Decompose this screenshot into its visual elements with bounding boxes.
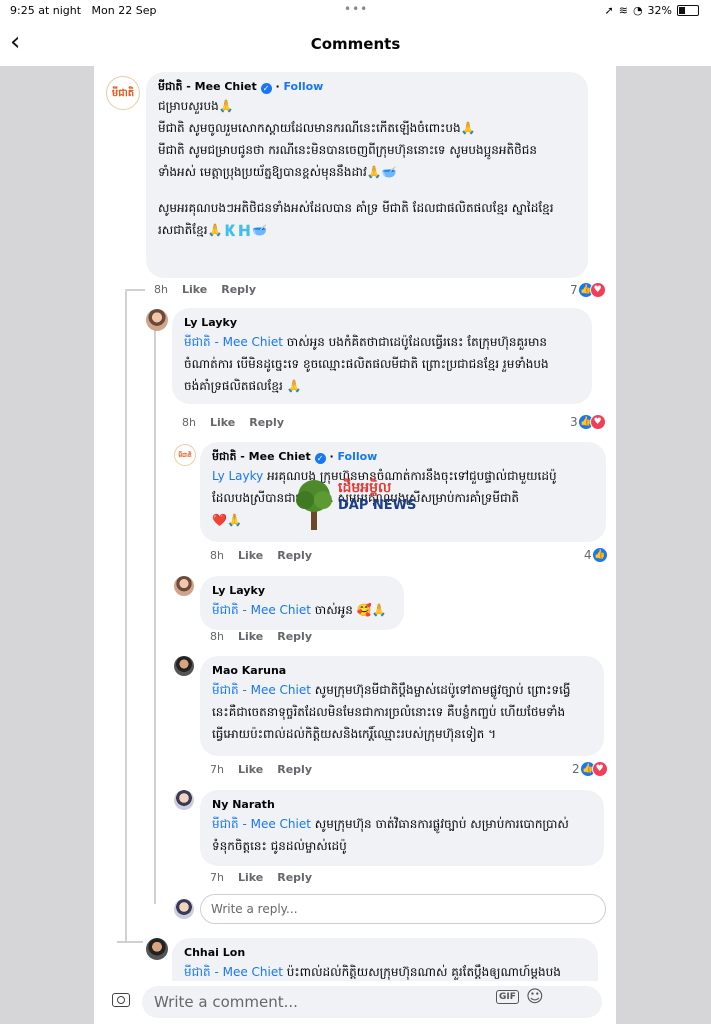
alarm-icon: ◔: [632, 4, 643, 17]
comment-bubble: មីជាតិ - Mee Chiet ✓ · Follow Ly Layky អ…: [200, 442, 606, 542]
comment-author[interactable]: Chhai Lon: [184, 945, 586, 961]
reply-button[interactable]: Reply: [221, 283, 256, 296]
mention-link[interactable]: មីជាតិ - Mee Chiet: [184, 335, 283, 349]
comment-time: 8h: [210, 630, 224, 643]
like-button[interactable]: Like: [210, 416, 235, 429]
like-button[interactable]: Like: [238, 763, 263, 776]
comment-text: មីជាតិ - Mee Chiet សូមក្រុមហ៊ុនមីជាតិប្ត…: [212, 683, 571, 741]
watermark-title: ដើមអម្ពិល: [338, 480, 392, 496]
wifi-icon: ≋: [618, 4, 628, 17]
multitask-dots-icon[interactable]: •••: [344, 2, 368, 16]
reply-button[interactable]: Reply: [277, 630, 312, 643]
comment-author[interactable]: Ny Narath: [212, 797, 592, 813]
comment-text: មីជាតិ - Mee Chiet ប៉ះពាល់ដល់កិត្តិយសក្រ…: [184, 965, 561, 979]
comment-text: មីជាតិ - Mee Chiet ចាស់អូន បងកំគិតថាជាដេ…: [184, 335, 549, 393]
mee-chiet-avatar[interactable]: មីជាតិ: [106, 76, 140, 110]
ly-layky-avatar[interactable]: [174, 576, 194, 596]
tree-logo-icon: [296, 480, 332, 530]
follow-button[interactable]: Follow: [283, 80, 323, 93]
love-reaction-icon: ♥: [589, 282, 606, 298]
comment-bubble: Ny Narath មីជាតិ - Mee Chiet សូមក្រុមហ៊ុ…: [200, 790, 604, 866]
comment-meta: 8h Like Reply: [210, 549, 312, 562]
mao-karuna-avatar[interactable]: [174, 656, 194, 676]
comment-time: 8h: [210, 549, 224, 562]
thread-connector: [125, 289, 145, 291]
mee-chiet-avatar[interactable]: មីជាតិ: [174, 444, 196, 466]
comment-time: 8h: [182, 416, 196, 429]
like-reaction-icon: 👍: [591, 547, 608, 563]
like-button[interactable]: Like: [238, 549, 263, 562]
comments-panel[interactable]: មីជាតិ មីជាតិ - Mee Chiet ✓ · Follow ជម្…: [94, 66, 616, 981]
thread-connector: [117, 941, 143, 943]
comment-bubble: មីជាតិ - Mee Chiet ✓ · Follow ជម្រាបសួរប…: [146, 72, 588, 278]
love-reaction-icon: ♥: [589, 414, 606, 430]
love-reaction-icon: ♥: [591, 761, 608, 777]
reaction-count[interactable]: 2 👍 ♥: [572, 761, 608, 777]
comment-time: 8h: [154, 283, 168, 296]
reaction-count[interactable]: 4 👍: [584, 547, 608, 563]
location-icon: ➚: [604, 4, 614, 17]
comment-author[interactable]: មីជាតិ - Mee Chiet ✓ · Follow: [212, 449, 594, 465]
status-time: 9:25 at night Mon 22 Sep: [10, 4, 157, 17]
page-title: Comments: [310, 35, 401, 53]
reaction-count[interactable]: 7 👍 ♥: [570, 282, 606, 298]
comment-meta: 7h Like Reply: [210, 763, 312, 776]
comment-bubble: Chhai Lon មីជាតិ - Mee Chiet ប៉ះពាល់ដល់ក…: [172, 938, 598, 981]
comment-text: មីជាតិ - Mee Chiet ចាស់អូន 🥰🙏: [212, 603, 387, 617]
comment-composer: Write a comment... GIF ☺: [94, 981, 616, 1024]
comment-meta: 8h Like Reply: [154, 283, 256, 296]
comment-time: 7h: [210, 871, 224, 884]
comment-author[interactable]: Mao Karuna: [212, 663, 592, 679]
battery-percent: 32%: [647, 4, 672, 17]
reply-button[interactable]: Reply: [277, 763, 312, 776]
status-date: Mon 22 Sep: [91, 4, 157, 17]
ny-narath-avatar[interactable]: [174, 790, 194, 810]
comment-meta: 8h Like Reply: [182, 416, 284, 429]
chhai-lon-avatar[interactable]: [146, 938, 168, 960]
mention-link[interactable]: មីជាតិ - Mee Chiet: [212, 817, 311, 831]
like-button[interactable]: Like: [238, 871, 263, 884]
current-user-avatar: [174, 899, 194, 919]
follow-button[interactable]: Follow: [337, 450, 377, 463]
thread-line: [154, 326, 156, 904]
reply-button[interactable]: Reply: [249, 416, 284, 429]
battery-icon: [677, 5, 699, 16]
comment-time: 7h: [210, 763, 224, 776]
ly-layky-avatar[interactable]: [146, 309, 168, 331]
mention-link[interactable]: មីជាតិ - Mee Chiet: [212, 603, 311, 617]
emoji-icon[interactable]: ☺: [526, 987, 544, 1007]
comment-author[interactable]: Ly Layky: [212, 583, 392, 599]
comment-bubble: Mao Karuna មីជាតិ - Mee Chiet សូមក្រុមហ៊…: [200, 656, 604, 756]
comment-meta: 8h Like Reply: [210, 630, 312, 643]
verified-badge-icon: ✓: [260, 83, 272, 94]
watermark-subtitle: DAP NEWS: [338, 498, 417, 513]
mention-link[interactable]: មីជាតិ - Mee Chiet: [212, 683, 311, 697]
comment-text: មីជាតិ - Mee Chiet សូមក្រុមហ៊ុន ចាត់វិធា…: [212, 817, 569, 853]
thread-line: [125, 291, 127, 941]
like-button[interactable]: Like: [182, 283, 207, 296]
comment-author[interactable]: មីជាតិ - Mee Chiet ✓ · Follow: [158, 79, 576, 95]
comment-bubble: Ly Layky មីជាតិ - Mee Chiet ចាស់អូន បងកំ…: [172, 308, 592, 404]
mention-link[interactable]: Ly Layky: [212, 469, 263, 483]
comment-bubble: Ly Layky មីជាតិ - Mee Chiet ចាស់អូន 🥰🙏: [200, 576, 404, 630]
like-button[interactable]: Like: [238, 630, 263, 643]
reply-button[interactable]: Reply: [277, 871, 312, 884]
reply-input[interactable]: Write a reply...: [200, 894, 606, 924]
camera-icon[interactable]: [112, 993, 130, 1007]
comment-text: ជម្រាបសួរបង🙏 មីជាតិ សូមចូលរួមសោកស្តាយដែល…: [158, 99, 554, 237]
dap-news-watermark: ដើមអម្ពិល DAP NEWS: [294, 478, 416, 534]
comment-meta: 7h Like Reply: [210, 871, 312, 884]
verified-badge-icon: ✓: [314, 453, 326, 464]
nav-bar: ‹ Comments: [0, 22, 711, 66]
status-bar: 9:25 at night Mon 22 Sep ••• ➚ ≋ ◔ 32%: [0, 0, 711, 22]
reaction-count[interactable]: 3 👍 ♥: [570, 414, 606, 430]
gif-button[interactable]: GIF: [496, 990, 519, 1004]
mention-link[interactable]: មីជាតិ - Mee Chiet: [184, 965, 283, 979]
comment-author[interactable]: Ly Layky: [184, 315, 580, 331]
reply-button[interactable]: Reply: [277, 549, 312, 562]
